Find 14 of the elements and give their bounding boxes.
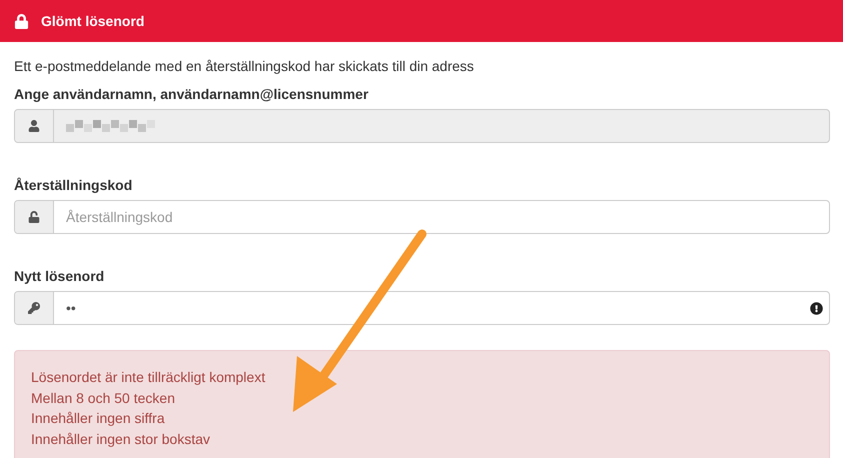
warning-icon [810,302,823,314]
field-label: Återställningskod [14,177,134,193]
error-message: Mellan 8 och 50 tecken [31,388,176,408]
key-icon [28,302,40,314]
user-icon [28,120,40,132]
info-message: Ett e-postmeddelande med en återställningskod har skickats till din adress [14,58,475,74]
error-message: Lösenordet är inte tillräckligt komplext [31,368,266,387]
unlocked-padlock-icon [28,211,40,223]
header-title: Glömt lösenord [41,13,144,29]
field-label: Nytt lösenord [14,268,106,284]
field-label: Ange användarnamn, användarnamn@licensnummer [14,86,370,102]
error-message: Innehåller ingen stor bokstav [31,430,211,449]
padlock-icon [14,14,29,28]
error-message: Innehåller ingen siffra [31,409,166,428]
